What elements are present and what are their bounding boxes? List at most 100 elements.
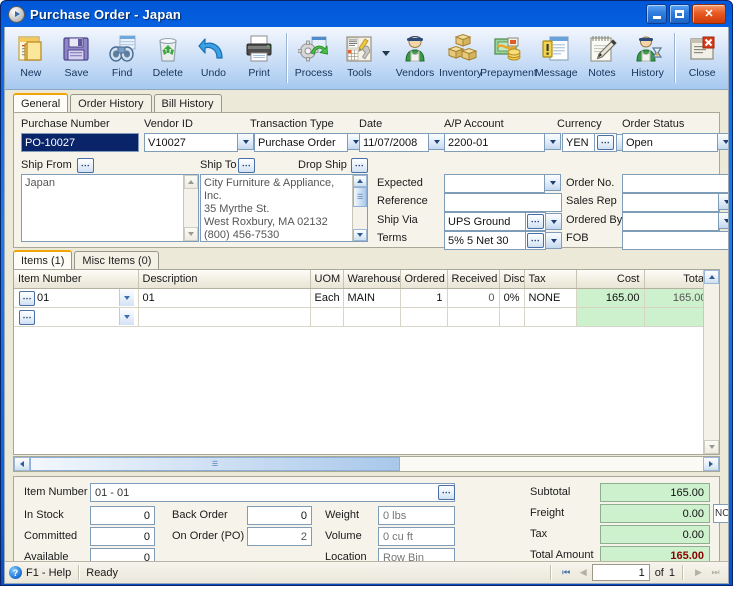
in-stock-input[interactable]: 0: [90, 506, 155, 525]
ship-from-scroll-up-icon[interactable]: [184, 175, 198, 189]
back-order-input[interactable]: 0: [247, 506, 312, 525]
col-tax[interactable]: Tax: [524, 270, 577, 289]
ship-to-lookup-icon[interactable]: ⋯: [238, 158, 255, 173]
col-item-number[interactable]: Item Number: [14, 270, 139, 289]
volume-input[interactable]: 0 cu ft: [378, 527, 455, 546]
page-number-input[interactable]: 1: [591, 564, 650, 581]
cell-tax[interactable]: NONE: [524, 288, 577, 308]
weight-input[interactable]: 0 lbs: [378, 506, 455, 525]
sales-rep-input[interactable]: [622, 193, 719, 212]
terms-input[interactable]: 5% 5 Net 30: [444, 231, 526, 250]
toolbar-button-undo[interactable]: Undo: [191, 31, 237, 79]
committed-input[interactable]: 0: [90, 527, 155, 546]
nav-next-icon[interactable]: ▶: [690, 565, 707, 581]
cell-item-number[interactable]: ⋯ 01: [14, 288, 139, 308]
fob-input[interactable]: [622, 231, 728, 250]
maximize-button[interactable]: [669, 4, 690, 24]
expected-input[interactable]: [444, 174, 545, 193]
on-order-po-input[interactable]: 2: [247, 527, 312, 546]
toolbar-button-delete[interactable]: Delete: [145, 31, 191, 79]
freight-input[interactable]: 0.00: [600, 504, 710, 523]
item-number-dropdown-icon[interactable]: [118, 308, 134, 325]
minimize-button[interactable]: [646, 4, 667, 24]
cell-cost[interactable]: [576, 307, 645, 327]
col-ordered[interactable]: Ordered: [400, 270, 448, 289]
cell-received[interactable]: 0: [447, 288, 500, 308]
status-help-label[interactable]: F1 - Help: [26, 567, 71, 579]
col-disc[interactable]: Disc: [499, 270, 525, 289]
ship-via-lookup-icon[interactable]: ⋯: [527, 214, 544, 229]
date-input[interactable]: 11/07/2008: [359, 133, 429, 152]
cell-disc[interactable]: [499, 307, 525, 327]
order-no-input[interactable]: [622, 174, 728, 193]
cell-ordered[interactable]: [400, 307, 448, 327]
vendor-id-dropdown-icon[interactable]: [238, 133, 254, 150]
tab-misc-items[interactable]: Misc Items (0): [74, 251, 160, 269]
help-icon[interactable]: ?: [9, 566, 22, 579]
ship-to-scrollbar[interactable]: ☰: [352, 175, 367, 241]
col-uom[interactable]: UOM: [310, 270, 344, 289]
toolbar-button-vendors[interactable]: Vendors: [392, 31, 438, 79]
toolbar-button-save[interactable]: Save: [54, 31, 100, 79]
grid-scroll-up-icon[interactable]: [704, 270, 719, 284]
cell-tax[interactable]: [524, 307, 577, 327]
ship-to-textarea[interactable]: City Furniture & Appliance, Inc. 35 Myrt…: [200, 174, 368, 242]
toolbar-button-print[interactable]: Print: [236, 31, 282, 79]
nav-prev-icon[interactable]: ◀: [575, 565, 592, 581]
ordered-by-input[interactable]: [622, 212, 719, 231]
toolbar-button-find[interactable]: Find: [99, 31, 145, 79]
ship-from-textarea[interactable]: Japan: [21, 174, 199, 242]
terms-lookup-icon[interactable]: ⋯: [527, 233, 544, 248]
currency-lookup-icon[interactable]: ⋯: [597, 135, 614, 150]
tools-dropdown-arrow-icon[interactable]: [382, 50, 391, 56]
transaction-type-input[interactable]: Purchase Order: [254, 133, 348, 152]
ship-to-scroll-up-icon[interactable]: [353, 175, 367, 187]
tab-items[interactable]: Items (1): [13, 250, 73, 269]
nav-first-icon[interactable]: ⏮: [558, 565, 575, 581]
toolbar-button-process[interactable]: Process: [291, 31, 337, 79]
freight-code-input[interactable]: NC: [713, 504, 728, 523]
ship-via-dropdown-icon[interactable]: [546, 213, 562, 230]
close-button[interactable]: ✕: [692, 4, 726, 24]
col-cost[interactable]: Cost: [576, 270, 645, 289]
drop-ship-lookup-icon[interactable]: ⋯: [351, 158, 368, 173]
detail-item-number-lookup-icon[interactable]: ⋯: [438, 485, 455, 500]
tab-bill-history[interactable]: Bill History: [153, 94, 222, 112]
order-status-dropdown-icon[interactable]: [718, 133, 728, 150]
grid-vertical-scrollbar[interactable]: [703, 270, 719, 454]
item-number-lookup-icon[interactable]: ⋯: [19, 309, 35, 325]
cell-cost[interactable]: 165.00: [576, 288, 645, 308]
toolbar-button-inventory[interactable]: Inventory: [438, 31, 484, 79]
vendor-id-input[interactable]: V10027: [144, 133, 238, 152]
hscroll-thumb[interactable]: ☰: [30, 457, 400, 471]
toolbar-button-tools[interactable]: Tools: [337, 31, 383, 79]
nav-last-icon[interactable]: ⏭: [707, 565, 724, 581]
terms-dropdown-icon[interactable]: [546, 232, 562, 249]
cell-uom[interactable]: [310, 307, 344, 327]
toolbar-button-notes[interactable]: Notes: [579, 31, 625, 79]
order-status-input[interactable]: Open: [622, 133, 718, 152]
table-row[interactable]: ⋯: [14, 307, 712, 327]
cell-warehouse[interactable]: MAIN: [343, 288, 401, 308]
cell-uom[interactable]: Each: [310, 288, 344, 308]
expected-dropdown-icon[interactable]: [545, 174, 561, 191]
grid-empty-area[interactable]: [14, 326, 703, 454]
tab-general[interactable]: General: [13, 93, 69, 112]
detail-item-number-input[interactable]: 01 - 01: [90, 483, 455, 502]
cell-ordered[interactable]: 1: [400, 288, 448, 308]
grid-scroll-down-icon[interactable]: [704, 440, 719, 454]
cell-received[interactable]: [447, 307, 500, 327]
purchase-number-input[interactable]: PO-10027: [21, 133, 139, 152]
ap-account-dropdown-icon[interactable]: [545, 133, 561, 150]
table-row[interactable]: ⋯ 01 01 Each MAIN 1 0 0% NONE 165.00 165…: [14, 288, 712, 308]
grid-horizontal-scrollbar[interactable]: ☰: [13, 456, 720, 472]
toolbar-button-new[interactable]: New: [8, 31, 54, 79]
tab-order-history[interactable]: Order History: [70, 94, 152, 112]
hscroll-left-icon[interactable]: [14, 457, 30, 471]
ap-account-input[interactable]: 2200-01: [444, 133, 545, 152]
item-number-dropdown-icon[interactable]: [118, 289, 134, 306]
currency-input[interactable]: YEN: [562, 133, 595, 152]
col-received[interactable]: Received: [447, 270, 500, 289]
cell-disc[interactable]: 0%: [499, 288, 525, 308]
ordered-by-dropdown-icon[interactable]: [719, 212, 728, 229]
